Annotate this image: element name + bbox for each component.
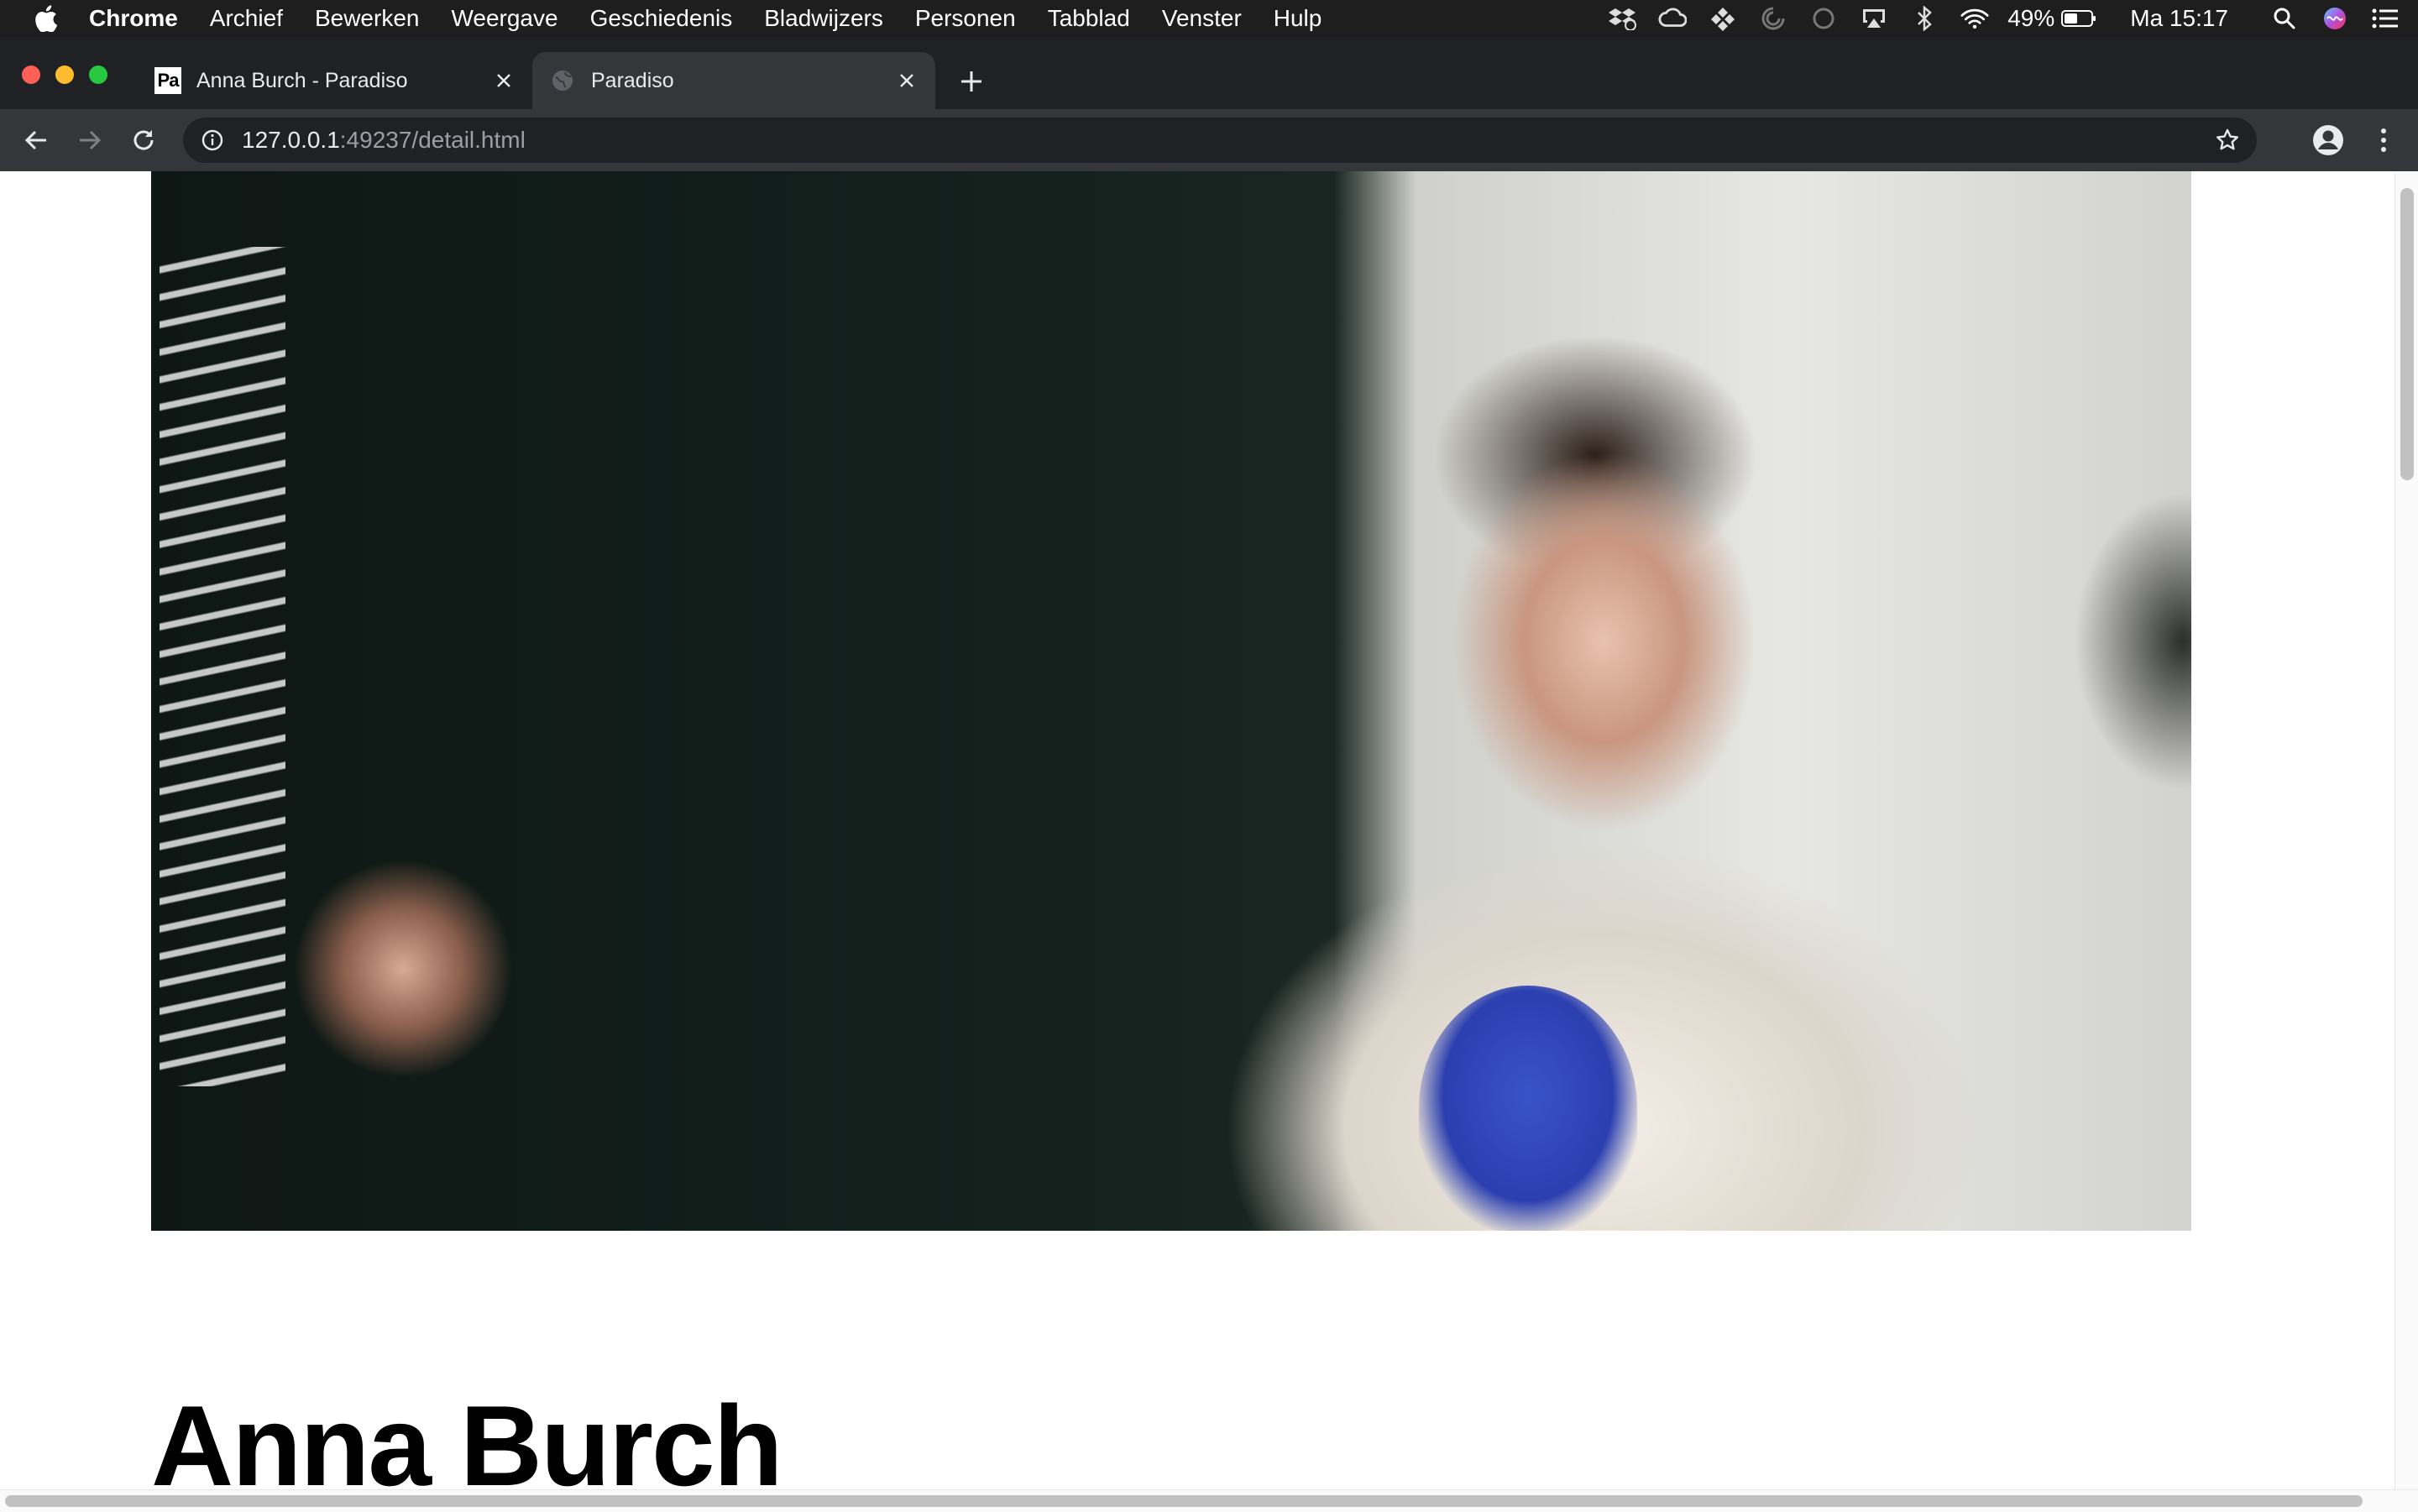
- tab-close-icon[interactable]: [895, 69, 919, 92]
- forward-button[interactable]: [74, 124, 106, 156]
- tab-anna-burch[interactable]: Pa Anna Burch - Paradiso: [138, 52, 532, 109]
- back-button[interactable]: [20, 124, 52, 156]
- vertical-scrollbar[interactable]: [2394, 171, 2418, 1489]
- url-text[interactable]: 127.0.0.1:49237/detail.html: [242, 127, 526, 154]
- status-area: 49% Ma 15:17: [1586, 0, 2418, 37]
- bluetooth-icon[interactable]: [1910, 6, 1939, 31]
- page-viewport: Anna Burch: [0, 171, 2418, 1511]
- tab-title: Paradiso: [591, 68, 674, 92]
- window-minimize-button[interactable]: [55, 65, 74, 84]
- siri-icon[interactable]: [2321, 6, 2349, 31]
- notification-center-icon[interactable]: [2371, 6, 2400, 31]
- globe-icon: [549, 67, 576, 94]
- battery-percent: 49%: [2007, 5, 2055, 31]
- page-title: Anna Burch: [151, 1382, 783, 1509]
- shirt-emblem: [1419, 986, 1637, 1231]
- horizontal-scroll-thumb[interactable]: [5, 1495, 2363, 1507]
- menu-venster[interactable]: Venster: [1162, 5, 1242, 32]
- window-blinds-shadow: [160, 247, 285, 1086]
- menu-geschiedenis[interactable]: Geschiedenis: [590, 5, 733, 32]
- macos-menu-bar: Chrome Archief Bewerken Weergave Geschie…: [0, 0, 2418, 37]
- site-info-icon[interactable]: [200, 128, 225, 153]
- menu-app-name[interactable]: Chrome: [89, 5, 178, 32]
- menu-tabblad[interactable]: Tabblad: [1048, 5, 1130, 32]
- menu-personen[interactable]: Personen: [915, 5, 1016, 32]
- window-close-button[interactable]: [22, 65, 40, 84]
- screen-record-icon[interactable]: [1809, 6, 1838, 31]
- menu-bladwijzers[interactable]: Bladwijzers: [764, 5, 883, 32]
- url-path: :49237/detail.html: [339, 127, 526, 153]
- horizontal-scrollbar[interactable]: [0, 1489, 2418, 1512]
- reload-button[interactable]: [128, 124, 160, 156]
- address-bar[interactable]: 127.0.0.1:49237/detail.html: [183, 118, 2257, 163]
- menu-weergave[interactable]: Weergave: [451, 5, 557, 32]
- menu-hulp[interactable]: Hulp: [1274, 5, 1322, 32]
- chrome-menu-icon[interactable]: [2366, 123, 2401, 158]
- app-cluster-icon[interactable]: [1709, 6, 1737, 31]
- profile-avatar-icon[interactable]: [2311, 123, 2346, 158]
- tab-title: Anna Burch - Paradiso: [196, 68, 408, 92]
- airplay-icon[interactable]: [1860, 6, 1888, 31]
- wifi-icon[interactable]: [1960, 6, 1989, 31]
- menu-bewerken[interactable]: Bewerken: [315, 5, 420, 32]
- new-tab-button[interactable]: [957, 67, 986, 96]
- tab-paradiso[interactable]: Paradiso: [532, 52, 935, 109]
- apple-icon[interactable]: [34, 4, 59, 33]
- menu-archief[interactable]: Archief: [210, 5, 283, 32]
- tab-close-icon[interactable]: [492, 69, 516, 92]
- creative-cloud-icon[interactable]: [1658, 6, 1688, 31]
- url-host: 127.0.0.1: [242, 127, 340, 153]
- vertical-scroll-thumb[interactable]: [2400, 188, 2414, 480]
- spotlight-search-icon[interactable]: [2270, 6, 2299, 31]
- paradiso-favicon-icon: Pa: [154, 67, 181, 94]
- hero-image: [151, 171, 2191, 1231]
- clock[interactable]: Ma 15:17: [2130, 5, 2228, 32]
- timer-icon[interactable]: [1759, 6, 1787, 31]
- bookmark-star-icon[interactable]: [2215, 128, 2240, 153]
- battery-icon[interactable]: [2061, 6, 2096, 31]
- dropbox-icon[interactable]: [1608, 6, 1637, 31]
- window-zoom-button[interactable]: [89, 65, 107, 84]
